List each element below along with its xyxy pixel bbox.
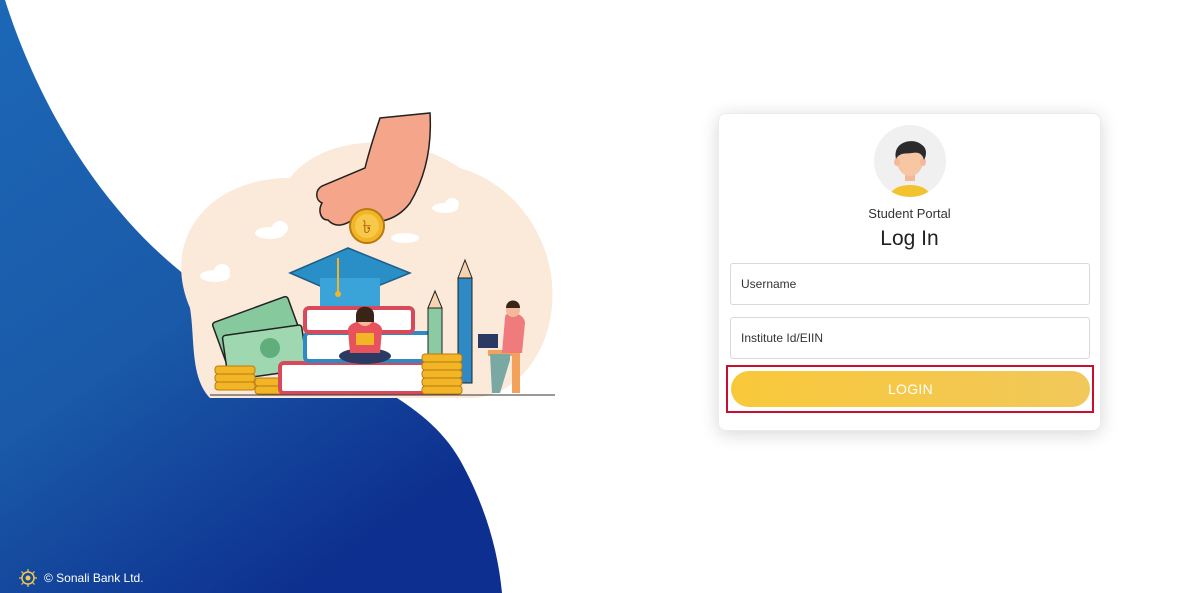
portal-label: Student Portal: [868, 206, 951, 221]
taka-coin-symbol: ৳: [363, 217, 372, 238]
copyright-text: © Sonali Bank Ltd.: [44, 571, 144, 585]
sonali-bank-logo-icon: [19, 569, 37, 587]
savings-education-illustration: ৳: [181, 112, 555, 398]
institute-id-input[interactable]: [730, 317, 1090, 359]
login-button[interactable]: LOGIN: [731, 371, 1090, 407]
username-input[interactable]: [730, 263, 1090, 305]
login-title: Log In: [880, 227, 939, 250]
footer: © Sonali Bank Ltd.: [18, 567, 144, 589]
login-card: Student Portal Log In LOGIN: [718, 113, 1101, 431]
student-avatar-icon: [874, 125, 946, 197]
